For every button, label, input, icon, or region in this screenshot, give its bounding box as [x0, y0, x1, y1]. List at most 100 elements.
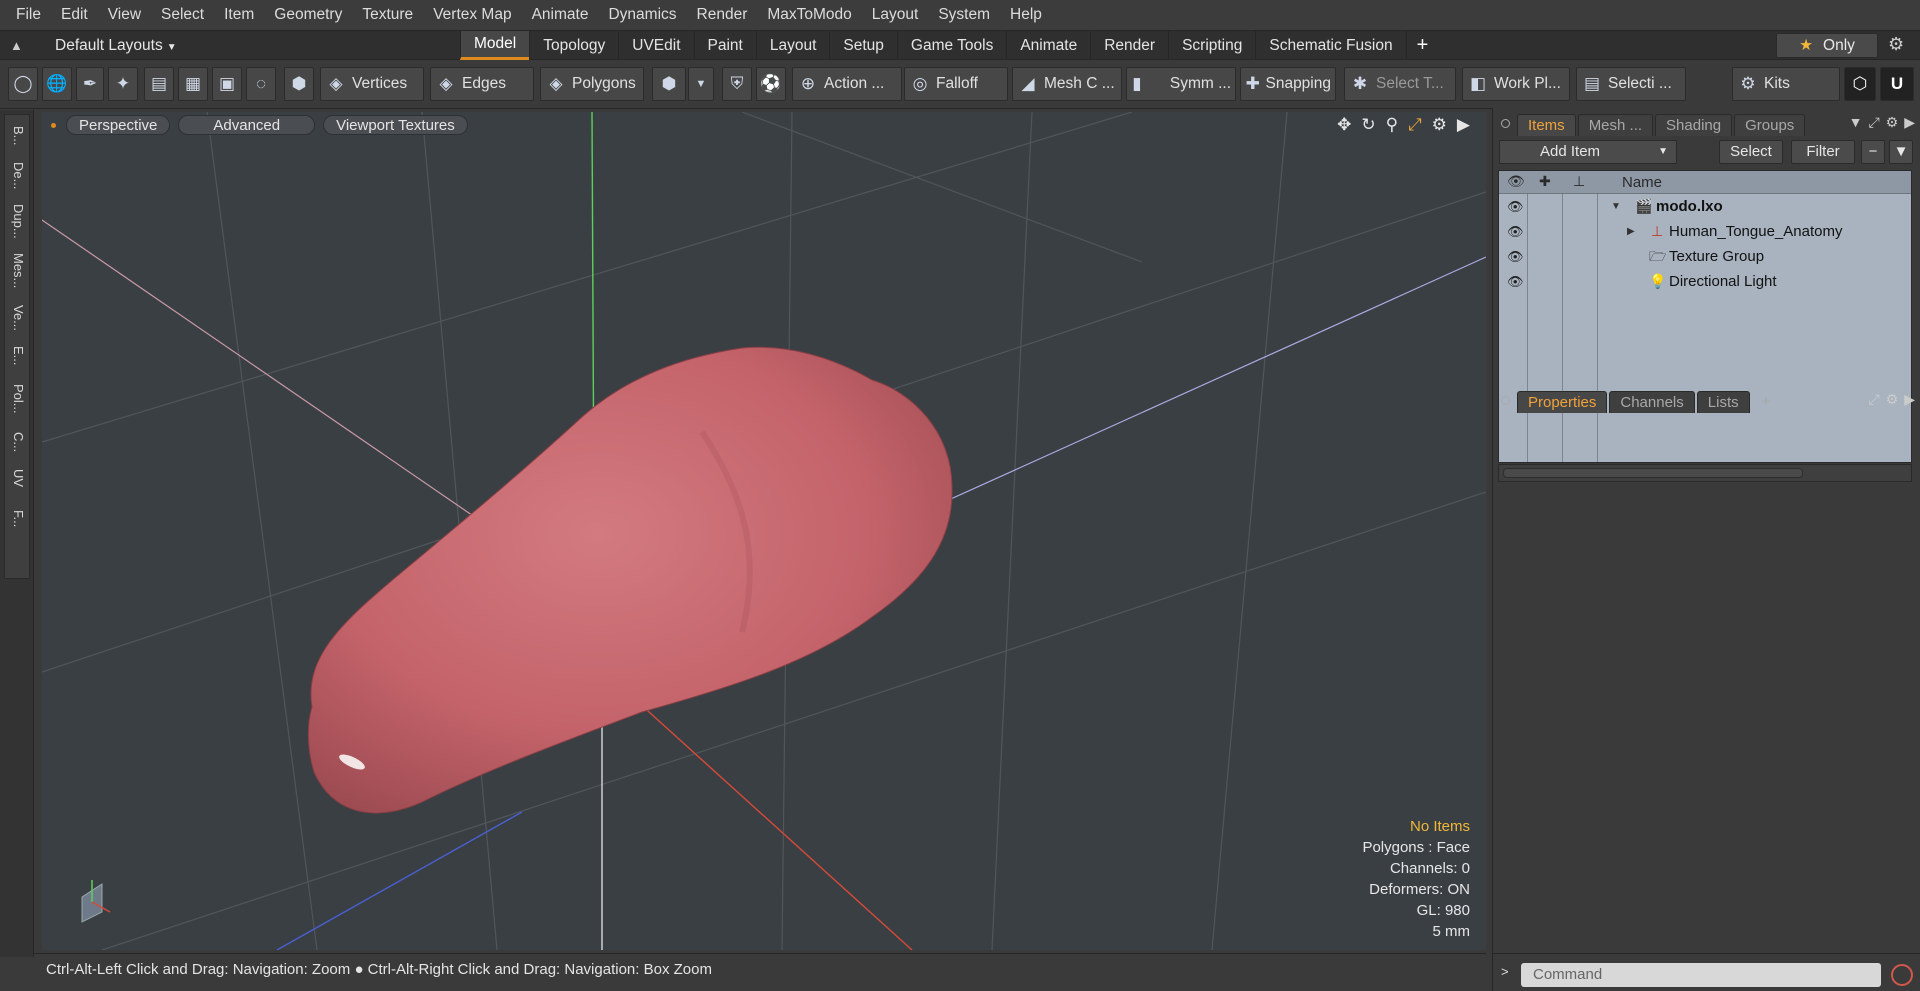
tab-channels[interactable]: Channels [1609, 391, 1695, 413]
material-mode-button[interactable]: ⬢ [652, 67, 686, 101]
tab-schematic-fusion[interactable]: Schematic Fusion [1255, 31, 1405, 60]
select-button[interactable]: Select [1719, 140, 1783, 164]
unity-button[interactable]: ⬡ [1844, 67, 1876, 101]
menu-layout[interactable]: Layout [862, 0, 929, 30]
layout-selector[interactable]: Default Layouts ▼ [55, 31, 177, 62]
tab-scripting[interactable]: Scripting [1168, 31, 1255, 60]
vertices-button[interactable]: ◈ Vertices [320, 67, 424, 101]
menu-system[interactable]: System [928, 0, 1000, 30]
tree-row-directional-light[interactable]: 👁 💡 Directional Light [1499, 269, 1911, 294]
left-tab-pol[interactable]: Pol... [5, 377, 31, 421]
left-tab-de[interactable]: De... [5, 157, 31, 195]
unreal-button[interactable]: U [1880, 67, 1914, 101]
funnel-icon[interactable]: ▼ [1889, 140, 1913, 164]
menu-dynamics[interactable]: Dynamics [598, 0, 686, 30]
viewport-gear-icon[interactable]: ⚙ [1432, 115, 1447, 135]
eye-icon[interactable]: 👁 [1507, 244, 1524, 269]
viewport-menu-dot[interactable] [51, 122, 56, 128]
symmetry-button[interactable]: ▮ Symm ... [1126, 67, 1236, 101]
edges-button[interactable]: ◈ Edges [430, 67, 534, 101]
tab-shading[interactable]: Shading [1655, 114, 1733, 136]
symmetry-shield-button[interactable]: ⛨ [722, 67, 752, 101]
tab-uvedit[interactable]: UVEdit [618, 31, 693, 60]
chevron-down-icon[interactable]: ▼ [1849, 114, 1863, 131]
left-tab-uv[interactable]: UV [5, 463, 31, 493]
left-tab-f[interactable]: F... [5, 499, 31, 539]
advanced-button[interactable]: Advanced [178, 115, 316, 135]
kits-button[interactable]: ⚙ Kits [1732, 67, 1840, 101]
frame-button[interactable]: ▣ [212, 67, 242, 101]
item-tree-scrollbar[interactable] [1498, 464, 1912, 482]
command-input[interactable]: Command [1521, 963, 1881, 987]
menu-geometry[interactable]: Geometry [264, 0, 352, 30]
tab-render[interactable]: Render [1090, 31, 1168, 60]
3d-viewport[interactable]: Perspective Advanced Viewport Textures ✥… [42, 112, 1486, 950]
lasso-button[interactable]: ✦ [108, 67, 138, 101]
falloff-button[interactable]: ◎ Falloff [904, 67, 1008, 101]
menu-animate[interactable]: Animate [522, 0, 599, 30]
menu-item[interactable]: Item [214, 0, 264, 30]
left-tab-ve[interactable]: Ve... [5, 301, 31, 335]
work-plane-button[interactable]: ◧ Work Pl... [1462, 67, 1570, 101]
mode-dropdown[interactable]: ▼ [688, 67, 714, 101]
soccer-button[interactable]: ⚽ [756, 67, 786, 101]
tab-mesh[interactable]: Mesh ... [1577, 114, 1654, 136]
move-icon[interactable]: ✥ [1337, 115, 1351, 135]
tree-row-modo-lxo[interactable]: 👁 ▼ 🎬 modo.lxo [1499, 194, 1911, 219]
add-panel-tab-icon[interactable]: + [1752, 391, 1781, 413]
item-mode-button[interactable]: ⬢ [284, 67, 314, 101]
add-tab-icon[interactable]: + [1405, 31, 1439, 60]
viewport-textures-button[interactable]: Viewport Textures [323, 115, 468, 135]
eye-icon[interactable]: 👁 [1507, 194, 1524, 219]
only-button[interactable]: ★ Only [1776, 33, 1878, 58]
snapping-button[interactable]: ✚ Snapping [1240, 67, 1336, 101]
perspective-button[interactable]: Perspective [66, 115, 171, 135]
menu-select[interactable]: Select [151, 0, 214, 30]
expand-arrow-icon[interactable]: ▶ [1904, 391, 1915, 408]
rotate-icon[interactable]: ↻ [1361, 115, 1375, 135]
scrollbar-thumb[interactable] [1503, 468, 1803, 478]
grid-button[interactable]: ▦ [178, 67, 208, 101]
tab-layout[interactable]: Layout [755, 31, 830, 60]
name-column-header[interactable]: Name [1622, 171, 1662, 194]
expand-toggle-icon[interactable]: ▼ [1611, 194, 1621, 219]
gear-icon[interactable]: ⚙ [1888, 34, 1904, 55]
selection-sets-button[interactable]: ▤ Selecti ... [1576, 67, 1686, 101]
circle-select-button[interactable]: ◌ [246, 67, 276, 101]
panel-menu-dot[interactable] [1501, 119, 1510, 128]
tab-groups[interactable]: Groups [1734, 114, 1806, 136]
tab-setup[interactable]: Setup [829, 31, 897, 60]
left-tab-dup[interactable]: Dup... [5, 201, 31, 241]
record-macro-icon[interactable] [1891, 964, 1913, 986]
left-tab-e[interactable]: E... [5, 341, 31, 371]
menu-maxtomodo[interactable]: MaxToModo [757, 0, 861, 30]
left-tab-c[interactable]: C... [5, 427, 31, 457]
expand-toggle-icon[interactable]: ▶ [1627, 219, 1635, 244]
tab-items[interactable]: Items [1517, 114, 1576, 136]
filter-button[interactable]: Filter [1791, 140, 1855, 164]
panel-gear-icon[interactable]: ⚙ [1886, 114, 1899, 131]
tree-row-human-tongue[interactable]: 👁 ▶ ⊥ Human_Tongue_Anatomy [1499, 219, 1911, 244]
tree-row-texture-group[interactable]: 👁 🗁 Texture Group [1499, 244, 1911, 269]
select-through-button[interactable]: ✱ Select T... [1344, 67, 1456, 101]
tongue-model[interactable] [307, 346, 953, 814]
tab-topology[interactable]: Topology [529, 31, 618, 60]
maximize-icon[interactable]: ⤢ [1408, 115, 1422, 135]
eye-icon[interactable]: 👁 [1507, 219, 1524, 244]
expand-arrow-icon[interactable]: ▶ [1457, 115, 1470, 135]
menu-edit[interactable]: Edit [51, 0, 98, 30]
tab-lists[interactable]: Lists [1696, 391, 1750, 413]
tab-paint[interactable]: Paint [693, 31, 756, 60]
command-history-icon[interactable]: > [1501, 964, 1509, 979]
polygons-button[interactable]: ◈ Polygons [540, 67, 644, 101]
pen-button[interactable]: ✒ [76, 67, 104, 101]
left-tab-b[interactable]: B... [5, 119, 31, 153]
menu-file[interactable]: File [6, 0, 51, 30]
menu-texture[interactable]: Texture [352, 0, 423, 30]
collapse-up-icon[interactable]: ▲ [10, 38, 26, 54]
tab-animate[interactable]: Animate [1006, 31, 1090, 60]
left-tab-mes[interactable]: Mes... [5, 247, 31, 295]
action-center-button[interactable]: ⊕ Action ... [792, 67, 902, 101]
maximize-panel-icon[interactable]: ⤢ [1868, 391, 1879, 408]
maximize-panel-icon[interactable]: ⤢ [1868, 114, 1879, 131]
